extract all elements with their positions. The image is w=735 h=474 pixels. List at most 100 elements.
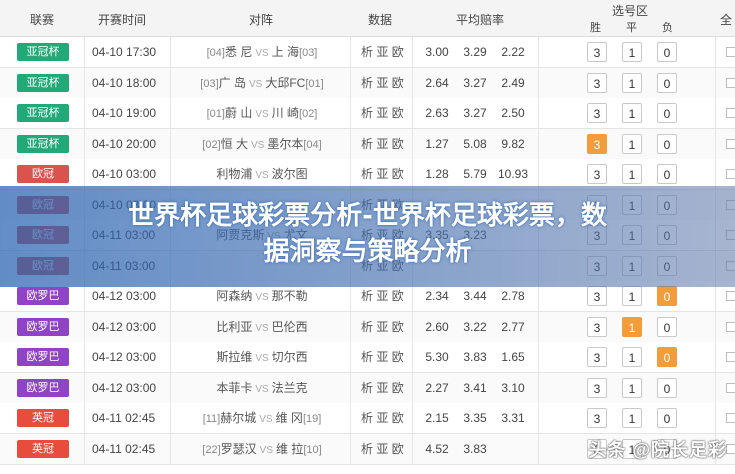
pick-draw-button[interactable]: 1 [622, 347, 642, 367]
avg-odds: 1.28 5.79 10.93 [418, 159, 532, 189]
header-select-all[interactable]: 全 [720, 11, 732, 28]
select-all-checkbox[interactable] [726, 77, 735, 88]
analysis-link[interactable]: 析 [361, 106, 373, 120]
asian-odds-link[interactable]: 亚 [376, 289, 388, 303]
analysis-link[interactable]: 析 [361, 76, 373, 90]
analysis-link[interactable]: 析 [361, 381, 373, 395]
pick-lose-button[interactable]: 0 [657, 377, 677, 398]
pick-lose-button[interactable]: 0 [657, 408, 677, 428]
match-teams[interactable]: 本菲卡 VS 法兰克 [176, 373, 348, 403]
pick-draw-button[interactable]: 1 [622, 103, 642, 123]
analysis-link[interactable]: 析 [361, 167, 373, 181]
column-divider [350, 311, 351, 342]
match-teams[interactable]: 比利亚 VS 巴伦西 [176, 312, 348, 342]
pick-win-button[interactable]: 3 [587, 103, 607, 123]
pick-win-button[interactable]: 3 [587, 42, 607, 62]
asian-odds-link[interactable]: 亚 [376, 320, 388, 334]
league-badge[interactable]: 亚冠杯 [17, 134, 69, 153]
away-team: 波尔图 [271, 167, 308, 181]
asian-odds-link[interactable]: 亚 [376, 381, 388, 395]
league-badge[interactable]: 亚冠杯 [17, 73, 69, 92]
column-divider [84, 128, 85, 159]
select-all-checkbox[interactable] [726, 321, 735, 332]
asian-odds-link[interactable]: 亚 [376, 411, 388, 425]
pick-draw-button[interactable]: 1 [622, 408, 642, 428]
select-all-checkbox[interactable] [726, 382, 735, 393]
pick-lose-button[interactable]: 0 [657, 103, 677, 123]
asian-odds-link[interactable]: 亚 [376, 350, 388, 364]
analysis-link[interactable]: 析 [361, 45, 373, 59]
match-teams[interactable]: [04]悉 尼 VS 上 海[03] [176, 37, 348, 67]
analysis-link[interactable]: 析 [361, 289, 373, 303]
pick-win-button[interactable]: 3 [587, 408, 607, 428]
pick-draw-button[interactable]: 1 [622, 133, 642, 154]
pick-lose-button[interactable]: 0 [657, 286, 677, 306]
league-badge[interactable]: 亚冠杯 [17, 104, 69, 122]
analysis-link[interactable]: 析 [361, 411, 373, 425]
euro-odds-link[interactable]: 欧 [392, 289, 404, 303]
pick-win-button[interactable]: 3 [587, 377, 607, 398]
pick-draw-button[interactable]: 1 [622, 316, 642, 337]
select-all-checkbox[interactable] [726, 443, 735, 454]
euro-odds-link[interactable]: 欧 [392, 411, 404, 425]
asian-odds-link[interactable]: 亚 [376, 167, 388, 181]
analysis-link[interactable]: 析 [361, 137, 373, 151]
match-teams[interactable]: [11]赫尔城 VS 维 冈[19] [176, 403, 348, 433]
select-all-checkbox[interactable] [726, 413, 735, 423]
select-all-checkbox[interactable] [726, 352, 735, 362]
euro-odds-link[interactable]: 欧 [392, 167, 404, 181]
league-badge[interactable]: 欧罗巴 [17, 317, 69, 336]
pick-win-button[interactable]: 3 [587, 72, 607, 93]
pick-lose-button[interactable]: 0 [657, 316, 677, 337]
pick-win-button[interactable]: 3 [587, 316, 607, 337]
asian-odds-link[interactable]: 亚 [376, 45, 388, 59]
select-all-checkbox[interactable] [726, 47, 735, 57]
pick-lose-button[interactable]: 0 [657, 72, 677, 93]
pick-draw-button[interactable]: 1 [622, 164, 642, 184]
asian-odds-link[interactable]: 亚 [376, 442, 388, 456]
pick-win-button[interactable]: 3 [587, 286, 607, 306]
euro-odds-link[interactable]: 欧 [392, 76, 404, 90]
league-badge[interactable]: 欧罗巴 [17, 378, 69, 397]
analysis-link[interactable]: 析 [361, 350, 373, 364]
select-all-checkbox[interactable] [726, 169, 735, 179]
euro-odds-link[interactable]: 欧 [392, 320, 404, 334]
pick-lose-button[interactable]: 0 [657, 347, 677, 367]
select-all-checkbox[interactable] [726, 291, 735, 301]
league-badge[interactable]: 英冠 [17, 439, 69, 458]
match-teams[interactable]: [02]恒 大 VS 墨尔本[04] [176, 129, 348, 159]
match-teams[interactable]: [01]蔚 山 VS 川 崎[02] [176, 98, 348, 128]
league-badge[interactable]: 欧冠 [17, 165, 69, 183]
asian-odds-link[interactable]: 亚 [376, 76, 388, 90]
league-badge[interactable]: 欧罗巴 [17, 287, 69, 305]
league-badge[interactable]: 亚冠杯 [17, 43, 69, 61]
select-all-checkbox[interactable] [726, 108, 735, 118]
match-teams[interactable]: 利物浦 VS 波尔图 [176, 159, 348, 189]
match-teams[interactable]: [03]广 岛 VS 大邱FC[01] [176, 68, 348, 98]
euro-odds-link[interactable]: 欧 [392, 381, 404, 395]
league-badge[interactable]: 欧罗巴 [17, 348, 69, 366]
euro-odds-link[interactable]: 欧 [392, 442, 404, 456]
pick-lose-button[interactable]: 0 [657, 133, 677, 154]
pick-draw-button[interactable]: 1 [622, 377, 642, 398]
euro-odds-link[interactable]: 欧 [392, 350, 404, 364]
pick-lose-button[interactable]: 0 [657, 42, 677, 62]
pick-lose-button[interactable]: 0 [657, 164, 677, 184]
analysis-link[interactable]: 析 [361, 320, 373, 334]
pick-draw-button[interactable]: 1 [622, 286, 642, 306]
pick-win-button[interactable]: 3 [587, 133, 607, 154]
asian-odds-link[interactable]: 亚 [376, 137, 388, 151]
match-teams[interactable]: [22]罗瑟汉 VS 维 拉[10] [176, 434, 348, 464]
league-badge[interactable]: 英冠 [17, 409, 69, 427]
match-teams[interactable]: 斯拉维 VS 切尔西 [176, 342, 348, 372]
pick-win-button[interactable]: 3 [587, 164, 607, 184]
euro-odds-link[interactable]: 欧 [392, 45, 404, 59]
pick-draw-button[interactable]: 1 [622, 42, 642, 62]
euro-odds-link[interactable]: 欧 [392, 137, 404, 151]
analysis-link[interactable]: 析 [361, 442, 373, 456]
pick-draw-button[interactable]: 1 [622, 72, 642, 93]
asian-odds-link[interactable]: 亚 [376, 106, 388, 120]
select-all-checkbox[interactable] [726, 138, 735, 149]
pick-win-button[interactable]: 3 [587, 347, 607, 367]
euro-odds-link[interactable]: 欧 [392, 106, 404, 120]
